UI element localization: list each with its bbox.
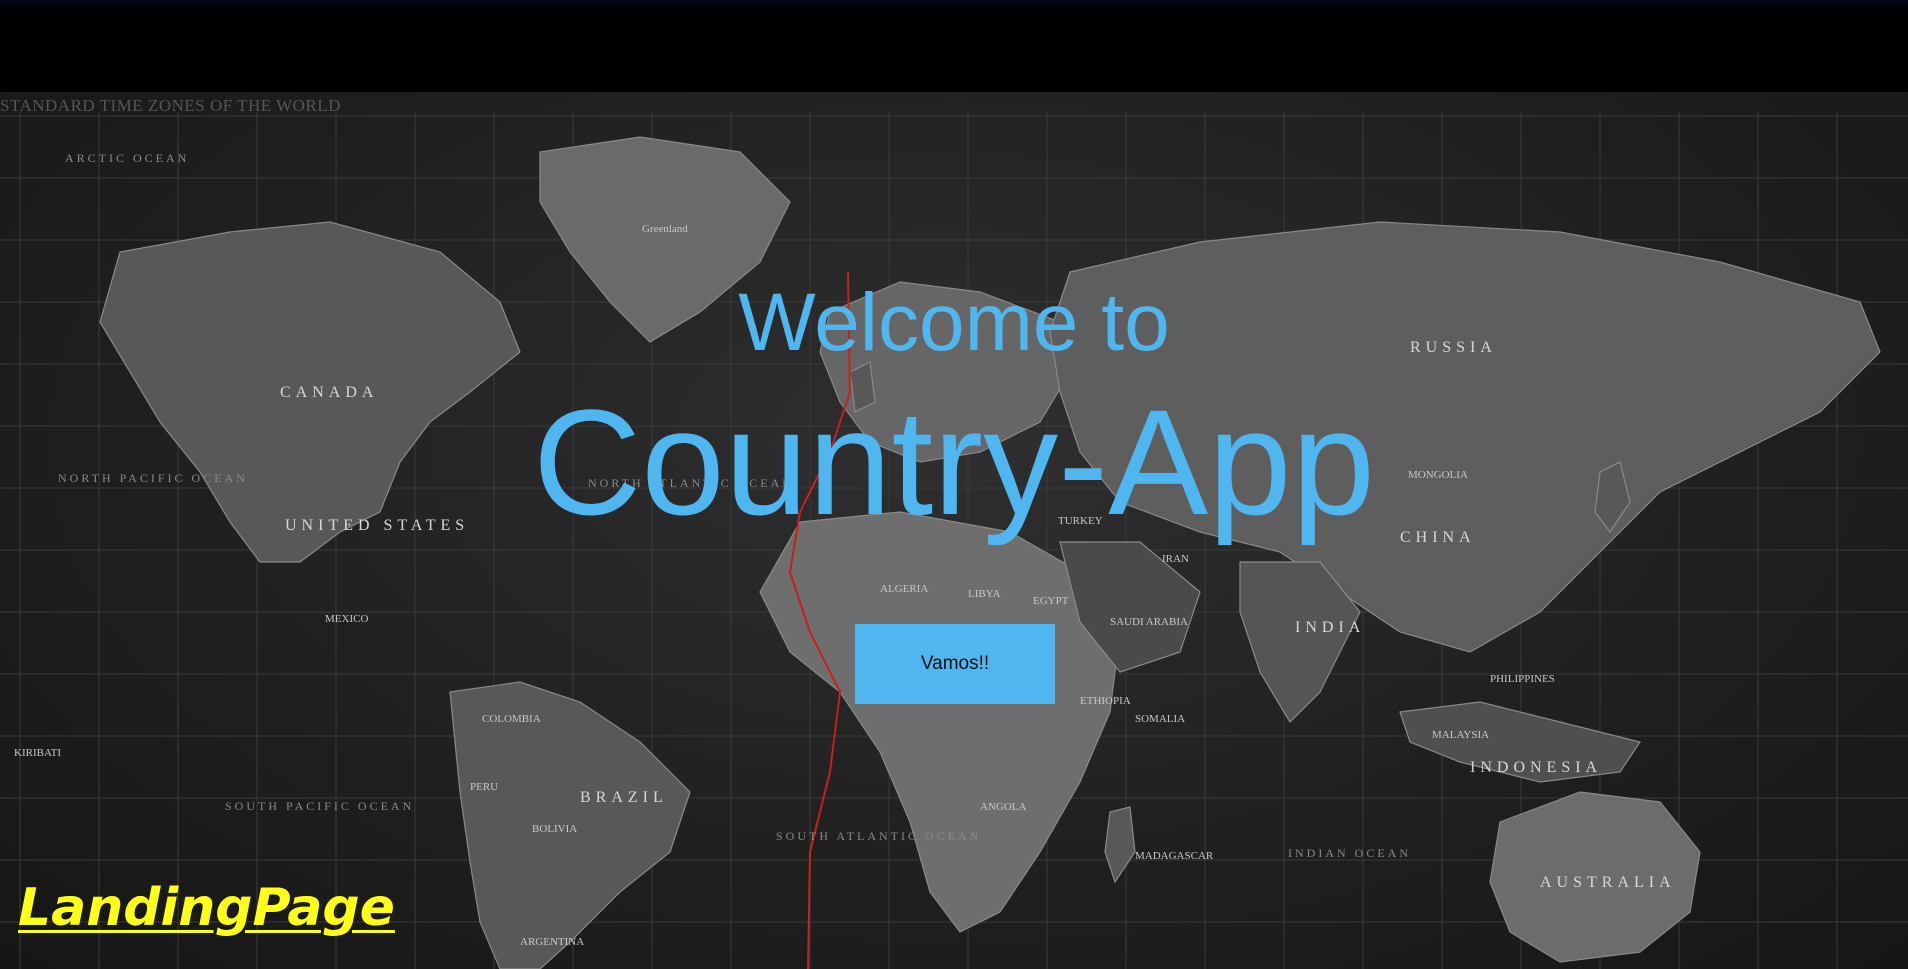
map-label: SOUTH ATLANTIC OCEAN <box>776 829 981 843</box>
map-label: ANGOLA <box>980 801 1026 813</box>
map-label: PERU <box>470 781 498 793</box>
madagascar-landmass <box>1104 806 1136 884</box>
map-label: MALAYSIA <box>1432 729 1489 741</box>
map-label: COLOMBIA <box>482 713 541 725</box>
app-name-heading: Country-App <box>532 378 1376 546</box>
map-label: EGYPT <box>1033 595 1069 607</box>
map-label: SOMALIA <box>1135 713 1185 725</box>
map-label: LIBYA <box>968 588 1000 600</box>
map-label: INDIAN OCEAN <box>1288 846 1411 860</box>
map-label: ALGERIA <box>880 583 928 595</box>
map-label: INDIA <box>1295 619 1365 636</box>
africa-landmass <box>759 511 1121 933</box>
map-label: SOUTH PACIFIC OCEAN <box>225 799 414 813</box>
top-bar <box>0 0 1908 92</box>
map-label: MADAGASCAR <box>1135 850 1214 862</box>
landing-page-label: LandingPage <box>18 878 395 938</box>
map-label: BRAZIL <box>580 789 668 806</box>
vamos-button[interactable]: Vamos!! <box>855 624 1055 704</box>
map-label: PHILIPPINES <box>1490 673 1555 685</box>
map-label: IRAN <box>1162 553 1189 565</box>
map-label: ETHIOPIA <box>1080 695 1131 707</box>
map-label: ARGENTINA <box>520 936 584 948</box>
map-label: SAUDI ARABIA <box>1110 616 1188 628</box>
map-label: AUSTRALIA <box>1540 874 1676 891</box>
map-label: ARCTIC OCEAN <box>65 151 189 165</box>
map-label: KIRIBATI <box>14 747 61 759</box>
welcome-heading: Welcome to <box>738 277 1170 368</box>
map-label: MEXICO <box>325 613 368 625</box>
map-label: BOLIVIA <box>532 823 577 835</box>
map-label: INDONESIA <box>1470 759 1602 776</box>
landing-page: STANDARD TIME ZONES OF THE WORLD CANADA … <box>0 0 1908 969</box>
map-label: Greenland <box>642 223 688 235</box>
